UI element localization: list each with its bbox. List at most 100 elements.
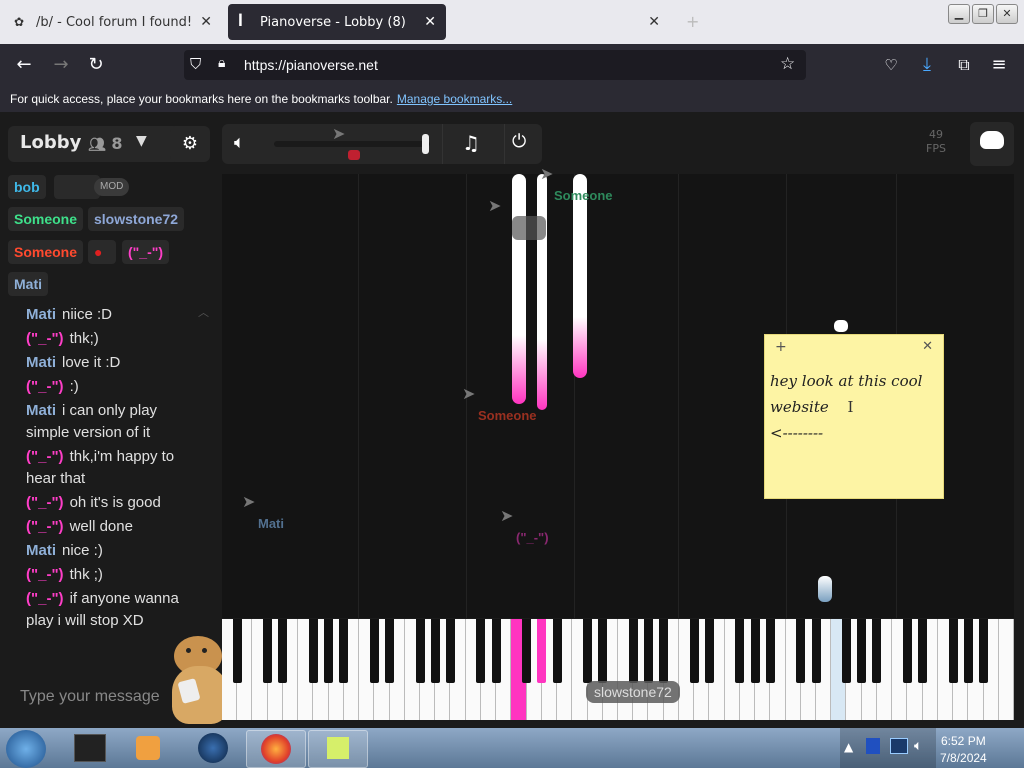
volume-slider-handle[interactable] — [422, 134, 429, 154]
tray-arrow-icon[interactable]: ▲ — [844, 740, 853, 754]
piano-black-key[interactable] — [339, 619, 349, 683]
chat-author[interactable]: ("_-") — [26, 518, 64, 535]
piano-black-key[interactable] — [430, 619, 440, 683]
chat-author[interactable]: Mati — [26, 354, 56, 371]
discord-button[interactable] — [970, 122, 1014, 166]
tab-pianoverse[interactable]: ꟾ Pianoverse - Lobby (8) ✕ — [228, 4, 446, 40]
piano-black-key[interactable] — [415, 619, 425, 683]
piano-black-key[interactable] — [369, 619, 379, 683]
room-title[interactable]: Lobby — [20, 132, 81, 153]
music-note-icon[interactable]: ♫ — [462, 131, 480, 155]
minimize-button[interactable]: ▁ — [948, 4, 970, 24]
pocket-icon[interactable]: ♡ — [878, 52, 904, 78]
user-chip[interactable]: ("_-") — [122, 240, 170, 264]
piano-black-key[interactable] — [689, 619, 699, 683]
file-manager-icon[interactable] — [74, 734, 106, 762]
start-orb-icon[interactable] — [6, 730, 46, 768]
menu-hamburger-icon[interactable]: ≡ — [986, 52, 1012, 78]
piano-black-key[interactable] — [902, 619, 912, 683]
manage-bookmarks-link[interactable]: Manage bookmarks... — [397, 92, 512, 106]
piano-black-key[interactable] — [583, 619, 593, 683]
piano-black-key[interactable] — [598, 619, 608, 683]
tab-close-icon[interactable]: ✕ — [648, 14, 660, 30]
sticky-close-icon[interactable]: ✕ — [922, 339, 933, 354]
piano-black-key[interactable] — [704, 619, 714, 683]
close-window-button[interactable]: ✕ — [996, 4, 1018, 24]
volume-icon[interactable]: 🔈︎ — [234, 132, 245, 153]
piano-black-key[interactable] — [278, 619, 288, 683]
piano-black-key[interactable] — [263, 619, 273, 683]
piano-black-key[interactable] — [963, 619, 973, 683]
chat-author[interactable]: Mati — [26, 542, 56, 559]
sticky-notes-app-icon[interactable] — [308, 730, 368, 768]
tray-volume-icon[interactable]: 🔈︎ — [914, 738, 922, 754]
piano-black-key[interactable] — [537, 619, 547, 683]
piano-black-key[interactable] — [659, 619, 669, 683]
piano-keys[interactable] — [222, 619, 1014, 720]
piano-black-key[interactable] — [979, 619, 989, 683]
piano-black-key[interactable] — [765, 619, 775, 683]
tab-third[interactable]: ✕ — [452, 4, 670, 40]
room-dropdown-icon[interactable]: ▼ — [136, 133, 147, 149]
piano-black-key[interactable] — [948, 619, 958, 683]
chat-author[interactable]: ("_-") — [26, 494, 64, 511]
tab-close-icon[interactable]: ✕ — [200, 14, 212, 30]
media-player-icon[interactable] — [136, 736, 160, 760]
chat-input-placeholder[interactable]: Type your message — [20, 688, 160, 706]
user-chip[interactable]: Someone — [8, 207, 84, 231]
url-text[interactable]: https://pianoverse.net — [244, 57, 378, 73]
chat-author[interactable]: ("_-") — [26, 448, 64, 465]
chat-author[interactable]: ("_-") — [26, 590, 64, 607]
piano-black-key[interactable] — [796, 619, 806, 683]
piano-black-key[interactable] — [811, 619, 821, 683]
piano-black-key[interactable] — [841, 619, 851, 683]
sticky-add-icon[interactable]: + — [775, 339, 787, 355]
chat-author[interactable]: ("_-") — [26, 378, 64, 395]
user-chip[interactable]: Someone — [8, 240, 84, 264]
piano-white-key[interactable] — [998, 619, 1014, 720]
volume-slider[interactable] — [274, 141, 430, 147]
restore-button[interactable]: ❐ — [972, 4, 994, 24]
piano-black-key[interactable] — [232, 619, 242, 683]
chat-author[interactable]: Mati — [26, 402, 56, 419]
globe-icon[interactable] — [198, 733, 228, 763]
piano-black-key[interactable] — [476, 619, 486, 683]
new-tab-icon[interactable]: + — [686, 12, 699, 31]
piano-black-key[interactable] — [552, 619, 562, 683]
piano-black-key[interactable] — [918, 619, 928, 683]
taskbar-clock[interactable]: 6:52 PM 7/8/2024 — [940, 733, 987, 767]
user-chip[interactable]: slowstone72 — [88, 207, 185, 231]
piano-black-key[interactable] — [643, 619, 653, 683]
piano-black-key[interactable] — [872, 619, 882, 683]
firefox-icon[interactable] — [246, 730, 306, 768]
piano-black-key[interactable] — [735, 619, 745, 683]
sticky-note-text[interactable]: hey look at this cool website I <-------… — [770, 368, 940, 446]
tray-network-icon[interactable] — [866, 738, 880, 754]
piano-black-key[interactable] — [628, 619, 638, 683]
piano-black-key[interactable] — [522, 619, 532, 683]
tray-monitor-icon[interactable] — [890, 738, 908, 754]
chat-author[interactable]: Mati — [26, 306, 56, 323]
piano-black-key[interactable] — [857, 619, 867, 683]
gear-icon[interactable]: ⚙ — [170, 126, 210, 162]
shield-icon[interactable]: ⛉ — [190, 55, 201, 73]
piano-black-key[interactable] — [324, 619, 334, 683]
lock-icon[interactable]: 🔒︎ — [218, 55, 225, 71]
user-chip[interactable]: bob — [8, 175, 46, 199]
user-chip[interactable]: ● — [88, 240, 116, 264]
tab-forum[interactable]: ✿ /b/ - Cool forum I found! - Ran ✕ — [4, 4, 222, 40]
piano-black-key[interactable] — [491, 619, 501, 683]
tab-close-icon[interactable]: ✕ — [424, 14, 436, 30]
plug-icon[interactable]: ⏻ — [512, 131, 526, 152]
piano-black-key[interactable] — [308, 619, 318, 683]
user-chip[interactable]: Mati — [8, 272, 48, 296]
piano-black-key[interactable] — [445, 619, 455, 683]
piano-black-key[interactable] — [750, 619, 760, 683]
bookmark-star-icon[interactable]: ☆ — [780, 54, 795, 74]
piano-black-key[interactable] — [385, 619, 395, 683]
chat-author[interactable]: ("_-") — [26, 330, 64, 347]
chat-author[interactable]: ("_-") — [26, 566, 64, 583]
reload-icon[interactable]: ↻ — [83, 52, 109, 78]
forward-arrow-icon[interactable]: → — [48, 52, 74, 78]
back-arrow-icon[interactable]: ← — [11, 52, 37, 78]
